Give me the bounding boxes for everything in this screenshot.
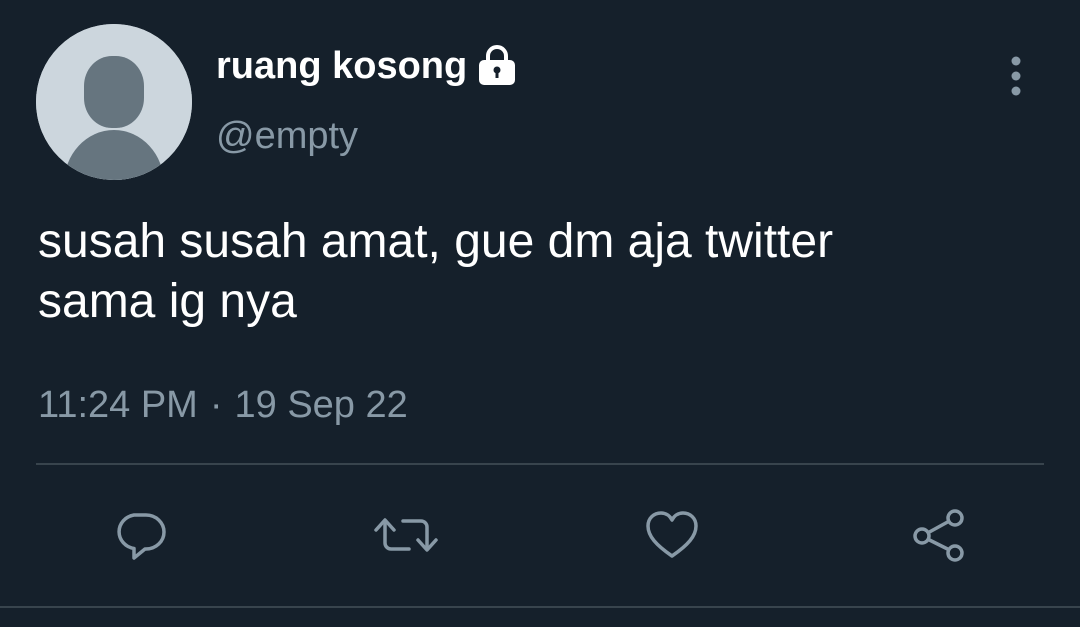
tweet-card: ruang kosong @empty susah susah amat, gu…	[0, 0, 1080, 627]
user-name-row: ruang kosong	[216, 42, 517, 90]
action-bar	[0, 500, 1080, 570]
tweet-timestamp[interactable]: 11:24 PM · 19 Sep 22	[38, 380, 408, 430]
more-options-icon[interactable]	[1000, 52, 1032, 100]
heart-icon	[646, 511, 698, 558]
user-handle[interactable]: @empty	[216, 110, 358, 162]
avatar[interactable]	[36, 24, 192, 180]
divider	[0, 606, 1080, 608]
separator-dot: ·	[209, 384, 223, 426]
reply-button[interactable]	[105, 500, 175, 570]
like-button[interactable]	[637, 500, 707, 570]
share-button[interactable]	[903, 500, 973, 570]
share-icon	[913, 509, 964, 562]
retweet-icon	[374, 518, 438, 552]
tweet-text-line: sama ig nya	[38, 275, 297, 328]
retweet-button[interactable]	[371, 500, 441, 570]
comment-icon	[117, 513, 166, 560]
divider	[36, 463, 1044, 465]
tweet-date: 19 Sep 22	[234, 384, 408, 426]
tweet-time: 11:24 PM	[38, 384, 198, 426]
lock-icon	[477, 45, 517, 87]
display-name[interactable]: ruang kosong	[216, 42, 467, 90]
tweet-text: susah susah amat, gue dm aja twitter sam…	[38, 212, 1038, 332]
default-avatar-icon	[36, 24, 192, 180]
tweet-text-line: susah susah amat, gue dm aja twitter	[38, 215, 834, 268]
